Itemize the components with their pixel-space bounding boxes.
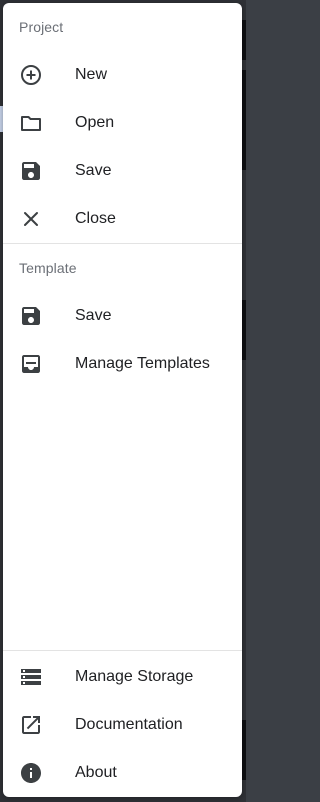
drawer-spacer xyxy=(3,388,242,650)
menu-item-label: Documentation xyxy=(75,716,183,733)
drawer-footer: Manage Storage Documentation About xyxy=(3,651,242,797)
menu-item-label: New xyxy=(75,66,108,83)
menu-item-manage-storage[interactable]: Manage Storage xyxy=(3,653,242,701)
menu-item-label: Manage Storage xyxy=(75,668,194,685)
menu-item-label: Save xyxy=(75,162,112,179)
storage-icon xyxy=(19,665,43,689)
section-header-template: Template xyxy=(19,260,77,276)
open-in-new-icon xyxy=(19,713,43,737)
menu-item-save-project[interactable]: Save xyxy=(3,147,242,195)
save-icon xyxy=(19,304,43,328)
menu-item-manage-templates[interactable]: Manage Templates xyxy=(3,340,242,388)
menu-item-documentation[interactable]: Documentation xyxy=(3,701,242,749)
info-icon xyxy=(19,761,43,785)
navigation-drawer: Project New Open Save Close Template Sav… xyxy=(3,3,242,797)
menu-item-about[interactable]: About xyxy=(3,749,242,797)
close-icon xyxy=(19,207,43,231)
section-header-project: Project xyxy=(19,19,64,35)
menu-item-label: Manage Templates xyxy=(75,355,210,372)
menu-item-new-project[interactable]: New xyxy=(3,51,242,99)
menu-item-close-project[interactable]: Close xyxy=(3,195,242,243)
folder-icon xyxy=(19,111,43,135)
save-icon xyxy=(19,159,43,183)
menu-item-open-project[interactable]: Open xyxy=(3,99,242,147)
menu-item-label: Close xyxy=(75,210,116,227)
inbox-icon xyxy=(19,352,43,376)
menu-item-label: Open xyxy=(75,114,115,131)
menu-item-save-template[interactable]: Save xyxy=(3,292,242,340)
menu-item-label: About xyxy=(75,764,117,781)
menu-item-label: Save xyxy=(75,307,112,324)
add-circle-icon xyxy=(19,63,43,87)
